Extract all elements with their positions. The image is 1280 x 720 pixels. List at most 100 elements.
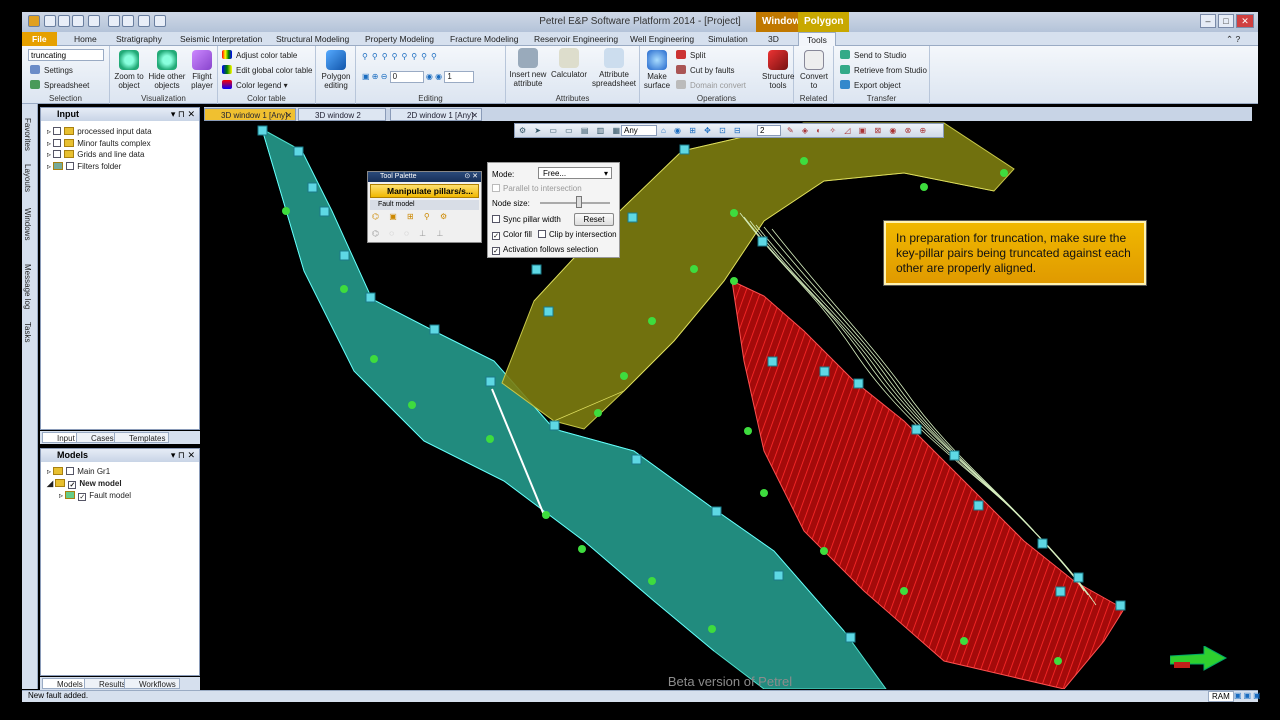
close-button[interactable]: ✕ <box>1236 14 1254 28</box>
calculator-button[interactable]: Calculator <box>550 48 588 79</box>
domain-icon <box>676 80 686 89</box>
tree-item-minor-faults[interactable]: ▹ Minor faults complex <box>47 138 151 149</box>
checkbox[interactable]: ✓ <box>78 493 87 501</box>
mode-select[interactable]: Free... ▾ <box>538 167 612 179</box>
tree-item-filters[interactable]: ▹ Filters folder <box>47 161 121 172</box>
side-tab-message-log[interactable]: Message log <box>23 264 32 309</box>
mode-label: Mode: <box>492 170 515 179</box>
tab-property[interactable]: Property Modeling <box>365 32 434 46</box>
minimize-button[interactable]: – <box>1200 14 1216 28</box>
tab-well[interactable]: Well Engineering <box>630 32 694 46</box>
settings-item[interactable]: Settings <box>30 65 73 76</box>
checkbox[interactable] <box>66 467 75 475</box>
panel-controls-icon[interactable]: ▾ ⊓ ✕ <box>171 108 195 121</box>
structure-tools-button[interactable]: Structure tools <box>762 50 794 90</box>
fault-model-scene[interactable] <box>204 121 1252 689</box>
maximize-button[interactable]: □ <box>1218 14 1234 28</box>
search-input[interactable] <box>28 49 104 61</box>
viewport-toolbar[interactable]: ⚙ ➤ ▭ ▭ ▤ ▥ ▦ Any ⌂ ◉ ⊞ ✥ ⊡ ⊟ 2 ✎ ◈ ◐ ✧ … <box>514 123 944 138</box>
checkbox[interactable] <box>53 139 62 147</box>
convert-to-button[interactable]: Convert to <box>796 50 832 90</box>
side-tab-layouts[interactable]: Layouts <box>23 164 32 192</box>
activation-checkbox[interactable]: ✓ Activation follows selection <box>492 245 598 255</box>
make-surface-button[interactable]: Make surface <box>642 50 672 90</box>
tree-item-grids[interactable]: ▹ Grids and line data <box>47 149 144 160</box>
adjust-color-table[interactable]: Adjust color table <box>222 50 297 61</box>
close-icon[interactable]: ⊙ ✕ <box>464 172 478 182</box>
zoom-to-object-button[interactable]: Zoom to object <box>112 50 146 90</box>
context-tab-polygon[interactable]: Polygon <box>798 12 850 32</box>
side-tab-tasks[interactable]: Tasks <box>23 322 32 342</box>
checkbox[interactable] <box>53 150 62 158</box>
color-legend[interactable]: Color legend ▾ <box>222 80 288 91</box>
editing-tools-row1[interactable]: ⚲⚲⚲⚲⚲⚲⚲⚲ <box>362 52 441 62</box>
view-tab-3d-2[interactable]: 3D window 2 [Any]✕ <box>298 108 386 133</box>
palette-tools-row2[interactable]: ⌬ ◌ ◌ ⊥ ⊥ <box>372 229 447 239</box>
insert-attribute-button[interactable]: Insert new attribute <box>508 48 548 88</box>
tab-workflows[interactable]: Workflows <box>124 678 180 689</box>
view-tab-2d-1[interactable]: 2D window 1 [Any] ✕ <box>390 108 482 121</box>
edit-global-color-table[interactable]: Edit global color table <box>222 65 313 76</box>
sync-pillar-checkbox[interactable]: Sync pillar width <box>492 215 561 224</box>
flight-player-button[interactable]: Flight player <box>188 50 216 90</box>
tab-results[interactable]: Results <box>84 678 130 689</box>
retrieve-from-studio[interactable]: Retrieve from Studio <box>840 65 927 76</box>
palette-tools-row1[interactable]: ⌬ ▣ ⊞ ⚲ ⚙ <box>372 212 451 222</box>
panel-controls-icon[interactable]: ▾ ⊓ ✕ <box>171 449 195 462</box>
split-item[interactable]: Split <box>676 50 706 61</box>
side-tab-windows[interactable]: Windows <box>23 208 32 240</box>
editing-value1-field[interactable]: 0 <box>389 71 424 83</box>
hide-other-objects-button[interactable]: Hide other objects <box>148 50 186 90</box>
send-to-studio[interactable]: Send to Studio <box>840 50 906 61</box>
fault-model-icon <box>65 491 76 499</box>
cut-by-faults-item[interactable]: Cut by faults <box>676 65 734 76</box>
tab-file[interactable]: File <box>22 32 57 46</box>
export-object[interactable]: Export object <box>840 80 901 91</box>
status-icons[interactable]: ▣▣▣ <box>1234 691 1263 700</box>
checkbox[interactable] <box>53 127 62 135</box>
node-size-slider[interactable] <box>540 202 610 204</box>
color-fill-checkbox[interactable]: ✓ Color fill <box>492 230 532 240</box>
tab-reservoir[interactable]: Reservoir Engineering <box>534 32 618 46</box>
tab-structural[interactable]: Structural Modeling <box>276 32 349 46</box>
reset-button[interactable]: Reset <box>574 213 614 226</box>
tab-simulation[interactable]: Simulation <box>708 32 748 46</box>
tree-item-fault-model[interactable]: ▹ ✓ Fault model <box>59 490 131 501</box>
node-size-slider-thumb[interactable] <box>576 196 582 208</box>
tab-cases[interactable]: Cases <box>76 432 118 443</box>
checkbox[interactable] <box>66 162 75 170</box>
parallel-checkbox[interactable]: Parallel to intersection <box>492 184 582 193</box>
checkbox[interactable]: ✓ <box>68 481 77 489</box>
view-tab-3d-1[interactable]: 3D window 1 [Any] ✕ <box>204 108 296 121</box>
view-tab-row: 3D window 1 [Any]✕ 3D window 2 [Any]✕ 2D… <box>204 107 1252 133</box>
tree-item-main-gr1[interactable]: ▹ Main Gr1 <box>47 466 110 477</box>
domain-convert-item[interactable]: Domain convert <box>676 80 746 91</box>
viewport-tools-left[interactable]: ⚙ ➤ ▭ ▭ ▤ ▥ ▦ <box>519 126 623 136</box>
editing-tools-row2[interactable]: ▣ ⊕ ⊖ 0 ◉ ◉ 1 <box>362 71 475 83</box>
tab-seismic[interactable]: Seismic Interpretation <box>180 32 262 46</box>
tab-input[interactable]: Input <box>42 432 79 443</box>
attribute-spreadsheet-button[interactable]: Attribute spreadsheet <box>590 48 638 88</box>
tree-item-new-model[interactable]: ◢ ✓ New model <box>47 478 122 489</box>
spreadsheet-item[interactable]: Spreadsheet <box>30 80 89 91</box>
tab-templates[interactable]: Templates <box>114 432 170 443</box>
tab-fracture[interactable]: Fracture Modeling <box>450 32 519 46</box>
viewport-tools-mid[interactable]: ⌂ ◉ ⊞ ✥ ⊡ ⊟ <box>661 126 744 136</box>
clip-intersection-checkbox[interactable]: Clip by intersection <box>538 230 617 239</box>
tree-item-processed[interactable]: ▹ processed input data <box>47 126 152 137</box>
tab-3d[interactable]: 3D <box>768 32 779 46</box>
tab-models[interactable]: Models <box>42 678 87 689</box>
tab-home[interactable]: Home <box>74 32 97 46</box>
next-arrow-icon[interactable] <box>1169 645 1228 675</box>
3d-viewport[interactable] <box>204 121 1252 689</box>
tab-tools[interactable]: Tools <box>798 32 836 46</box>
num-select[interactable]: 2 <box>757 125 781 136</box>
manipulate-pillars-button[interactable]: Manipulate pillars/s... <box>370 184 479 198</box>
editing-value2-field[interactable]: 1 <box>444 71 475 83</box>
ribbon-collapse-icon[interactable]: ⌃ ? <box>1226 32 1240 46</box>
viewport-tools-right[interactable]: ✎ ◈ ◐ ✧ ◿ ▣ ⊠ ◉ ⊗ ⊕ <box>787 126 929 136</box>
side-tab-favorites[interactable]: Favorites <box>23 118 32 151</box>
tab-stratigraphy[interactable]: Stratigraphy <box>116 32 162 46</box>
polygon-editing-button[interactable]: Polygon editing <box>318 50 354 90</box>
domain-select[interactable]: Any <box>621 125 657 136</box>
